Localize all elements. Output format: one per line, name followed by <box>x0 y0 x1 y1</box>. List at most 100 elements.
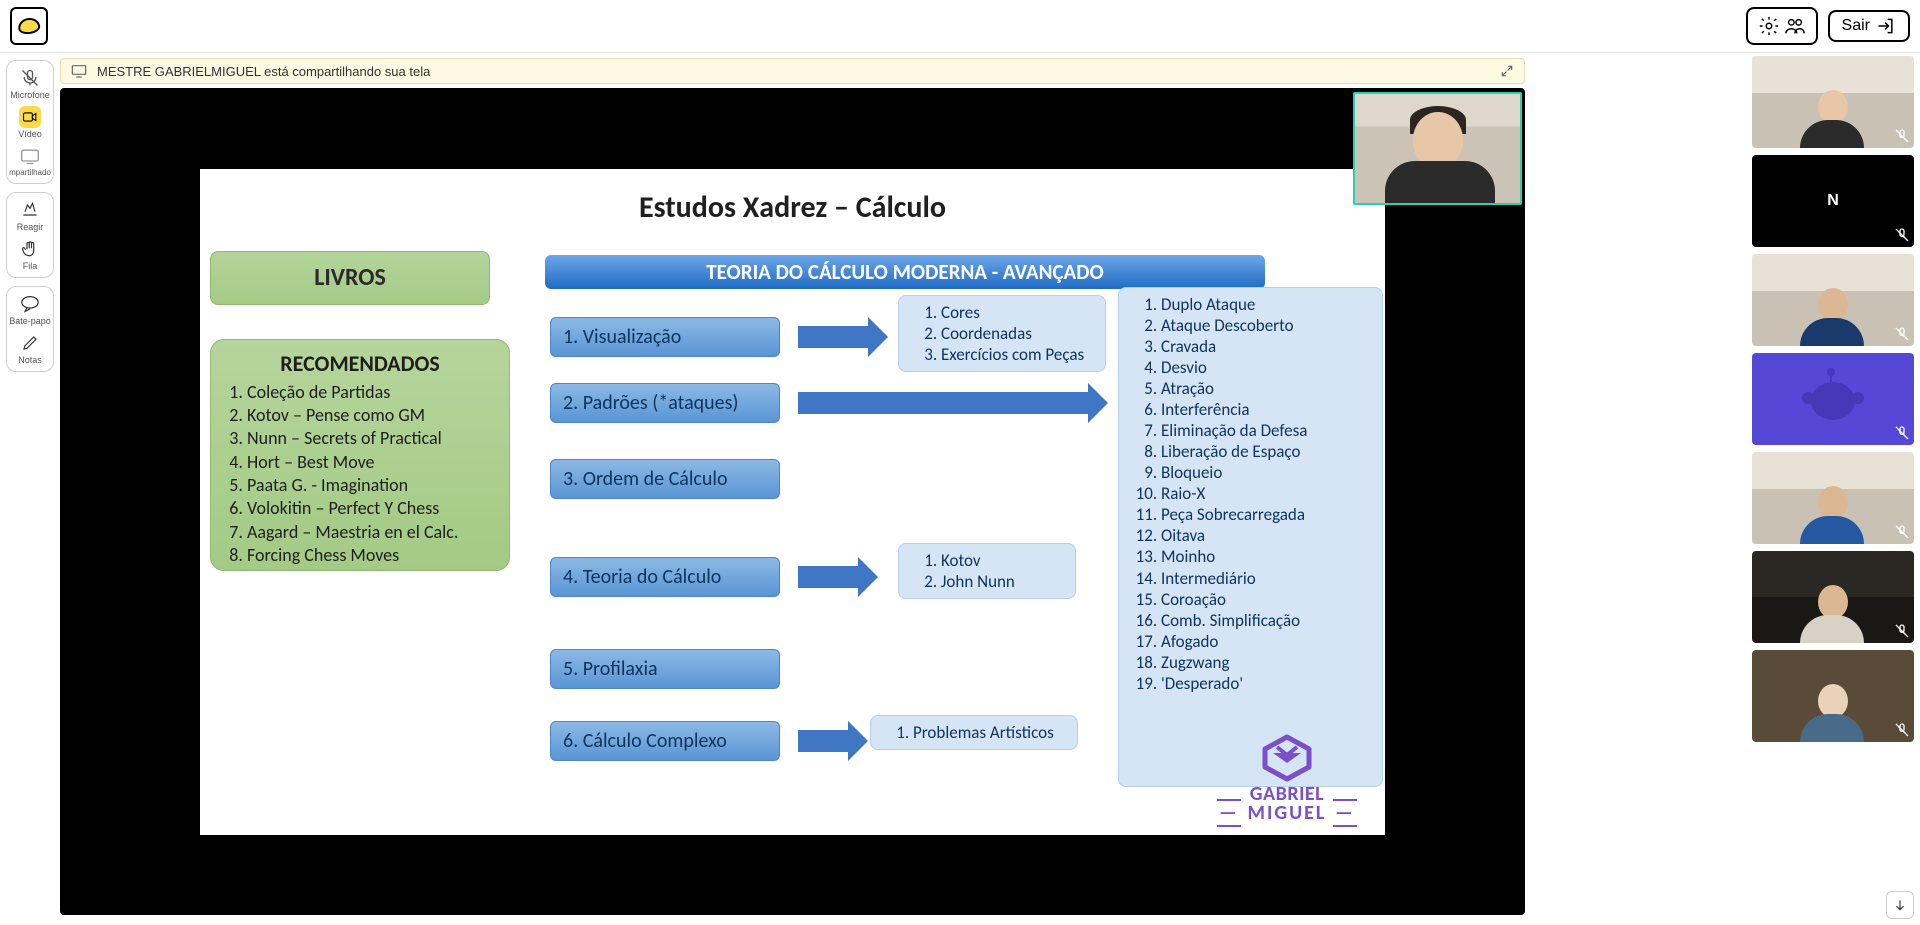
participant-tile[interactable] <box>1752 551 1914 643</box>
list-item: Moinho <box>1161 546 1368 567</box>
app-logo[interactable] <box>10 7 48 45</box>
exit-button[interactable]: Sair <box>1828 10 1910 42</box>
list-item: Peça Sobrecarregada <box>1161 504 1368 525</box>
video-button[interactable]: Vídeo <box>9 106 51 139</box>
exit-icon <box>1876 16 1896 36</box>
share-banner-text: MESTRE GABRIELMIGUEL está compartilhando… <box>97 64 430 79</box>
list-item: Problemas Artísticos <box>913 722 1063 743</box>
list-item: Paata G. - Imagination <box>247 474 495 497</box>
detail-box-visualization: CoresCoordenadasExercícios com Peças <box>898 295 1106 373</box>
slide-title: Estudos Xadrez – Cálculo <box>200 189 1385 226</box>
chevron-down-icon <box>1893 898 1907 912</box>
mic-muted-icon <box>1894 128 1910 144</box>
arrow-icon <box>798 730 848 752</box>
presenter-logo: GABRIEL — MIGUEL — <box>1217 733 1357 823</box>
participants-strip: N <box>1752 56 1914 919</box>
list-item: Aagard – Maestria en el Calc. <box>247 521 495 544</box>
books-box: RECOMENDADOS Coleção de PartidasKotov – … <box>210 339 510 571</box>
step-3: 3. Ordem de Cálculo <box>550 459 780 499</box>
share-button[interactable]: mpartilhado <box>9 145 51 177</box>
list-item: Desvio <box>1161 357 1368 378</box>
expand-icon[interactable] <box>1500 64 1514 78</box>
exit-label: Sair <box>1842 17 1870 35</box>
share-banner: MESTRE GABRIELMIGUEL está compartilhando… <box>60 58 1525 84</box>
list-item: Intermediário <box>1161 568 1368 589</box>
queue-button[interactable]: Fila <box>9 238 51 271</box>
monitor-icon <box>71 64 87 78</box>
detail-box-theory: KotovJohn Nunn <box>898 543 1076 600</box>
top-bar: Sair <box>0 0 1920 53</box>
left-toolbar: Microfone Vídeo mpartilhado Reagir Fil <box>6 60 54 372</box>
mic-muted-icon <box>1894 326 1910 342</box>
detail-box-patterns: Duplo AtaqueAtaque DescobertoCravadaDesv… <box>1118 287 1383 787</box>
list-item: Zugzwang <box>1161 652 1368 673</box>
books-subtitle: RECOMENDADOS <box>225 350 495 377</box>
detail-box-complex: Problemas Artísticos <box>870 715 1078 750</box>
participant-tile[interactable] <box>1752 56 1914 148</box>
step-6: 6. Cálculo Complexo <box>550 721 780 761</box>
presenter-webcam[interactable] <box>1353 92 1522 205</box>
list-item: Atração <box>1161 378 1368 399</box>
list-item: Afogado <box>1161 631 1368 652</box>
list-item: Coleção de Partidas <box>247 381 495 404</box>
list-item: Cravada <box>1161 336 1368 357</box>
participant-tile[interactable] <box>1752 452 1914 544</box>
mic-muted-icon <box>1894 524 1910 540</box>
chat-icon <box>19 293 41 315</box>
list-item: Nunn – Secrets of Practical <box>247 427 495 450</box>
microphone-button[interactable]: Microfone <box>9 67 51 100</box>
arrow-icon <box>798 566 858 588</box>
list-item: Forcing Chess Moves <box>247 544 495 567</box>
list-item: Kotov <box>941 550 1061 571</box>
arrow-icon <box>798 326 868 348</box>
participant-initial: N <box>1827 192 1839 210</box>
users-icon[interactable] <box>1782 13 1808 39</box>
list-item: Volokitin – Perfect Y Chess <box>247 497 495 520</box>
hand-icon <box>19 238 41 260</box>
list-item: Ataque Descoberto <box>1161 315 1368 336</box>
list-item: Raio-X <box>1161 483 1368 504</box>
books-list: Coleção de PartidasKotov – Pense como GM… <box>225 381 495 568</box>
scroll-down-button[interactable] <box>1886 891 1914 919</box>
participant-tile[interactable] <box>1752 353 1914 445</box>
list-item: Bloqueio <box>1161 462 1368 483</box>
sparkle-icon <box>19 199 41 221</box>
list-item: Coordenadas <box>941 323 1091 344</box>
list-item: Duplo Ataque <box>1161 294 1368 315</box>
mic-muted-icon <box>1894 425 1910 441</box>
camera-icon <box>19 106 41 128</box>
participant-tile[interactable]: N <box>1752 155 1914 247</box>
list-item: Kotov – Pense como GM <box>247 404 495 427</box>
list-item: Liberação de Espaço <box>1161 441 1368 462</box>
mic-muted-icon <box>1894 623 1910 639</box>
slide-content: Estudos Xadrez – Cálculo LIVROS RECOMEND… <box>200 169 1385 835</box>
books-header: LIVROS <box>210 251 490 305</box>
react-button[interactable]: Reagir <box>9 199 51 232</box>
presentation-stage: Estudos Xadrez – Cálculo LIVROS RECOMEND… <box>60 88 1525 915</box>
arrow-icon <box>798 392 1088 414</box>
participant-tile[interactable] <box>1752 650 1914 742</box>
microphone-off-icon <box>19 67 41 89</box>
list-item: Eliminação da Defesa <box>1161 420 1368 441</box>
list-item: Oitava <box>1161 525 1368 546</box>
step-5: 5. Profilaxia <box>550 649 780 689</box>
gear-icon[interactable] <box>1756 13 1782 39</box>
step-2: 2. Padrões (*ataques) <box>550 383 780 423</box>
settings-users-group <box>1746 7 1818 45</box>
notes-button[interactable]: Notas <box>9 332 51 365</box>
list-item: John Nunn <box>941 571 1061 592</box>
pencil-icon <box>19 332 41 354</box>
step-1: 1. Visualização <box>550 317 780 357</box>
list-item: Hort – Best Move <box>247 451 495 474</box>
list-item: Interferência <box>1161 399 1368 420</box>
list-item: Coroação <box>1161 589 1368 610</box>
list-item: 'Desperado' <box>1161 673 1368 694</box>
mic-muted-icon <box>1894 722 1910 738</box>
mic-muted-icon <box>1894 227 1910 243</box>
list-item: Exercícios com Peças <box>941 344 1091 365</box>
section-header: TEORIA DO CÁLCULO MODERNA - AVANÇADO <box>545 255 1265 289</box>
chat-button[interactable]: Bate-papo <box>9 293 51 326</box>
list-item: Comb. Simplificação <box>1161 610 1368 631</box>
list-item: Cores <box>941 302 1091 323</box>
participant-tile[interactable] <box>1752 254 1914 346</box>
